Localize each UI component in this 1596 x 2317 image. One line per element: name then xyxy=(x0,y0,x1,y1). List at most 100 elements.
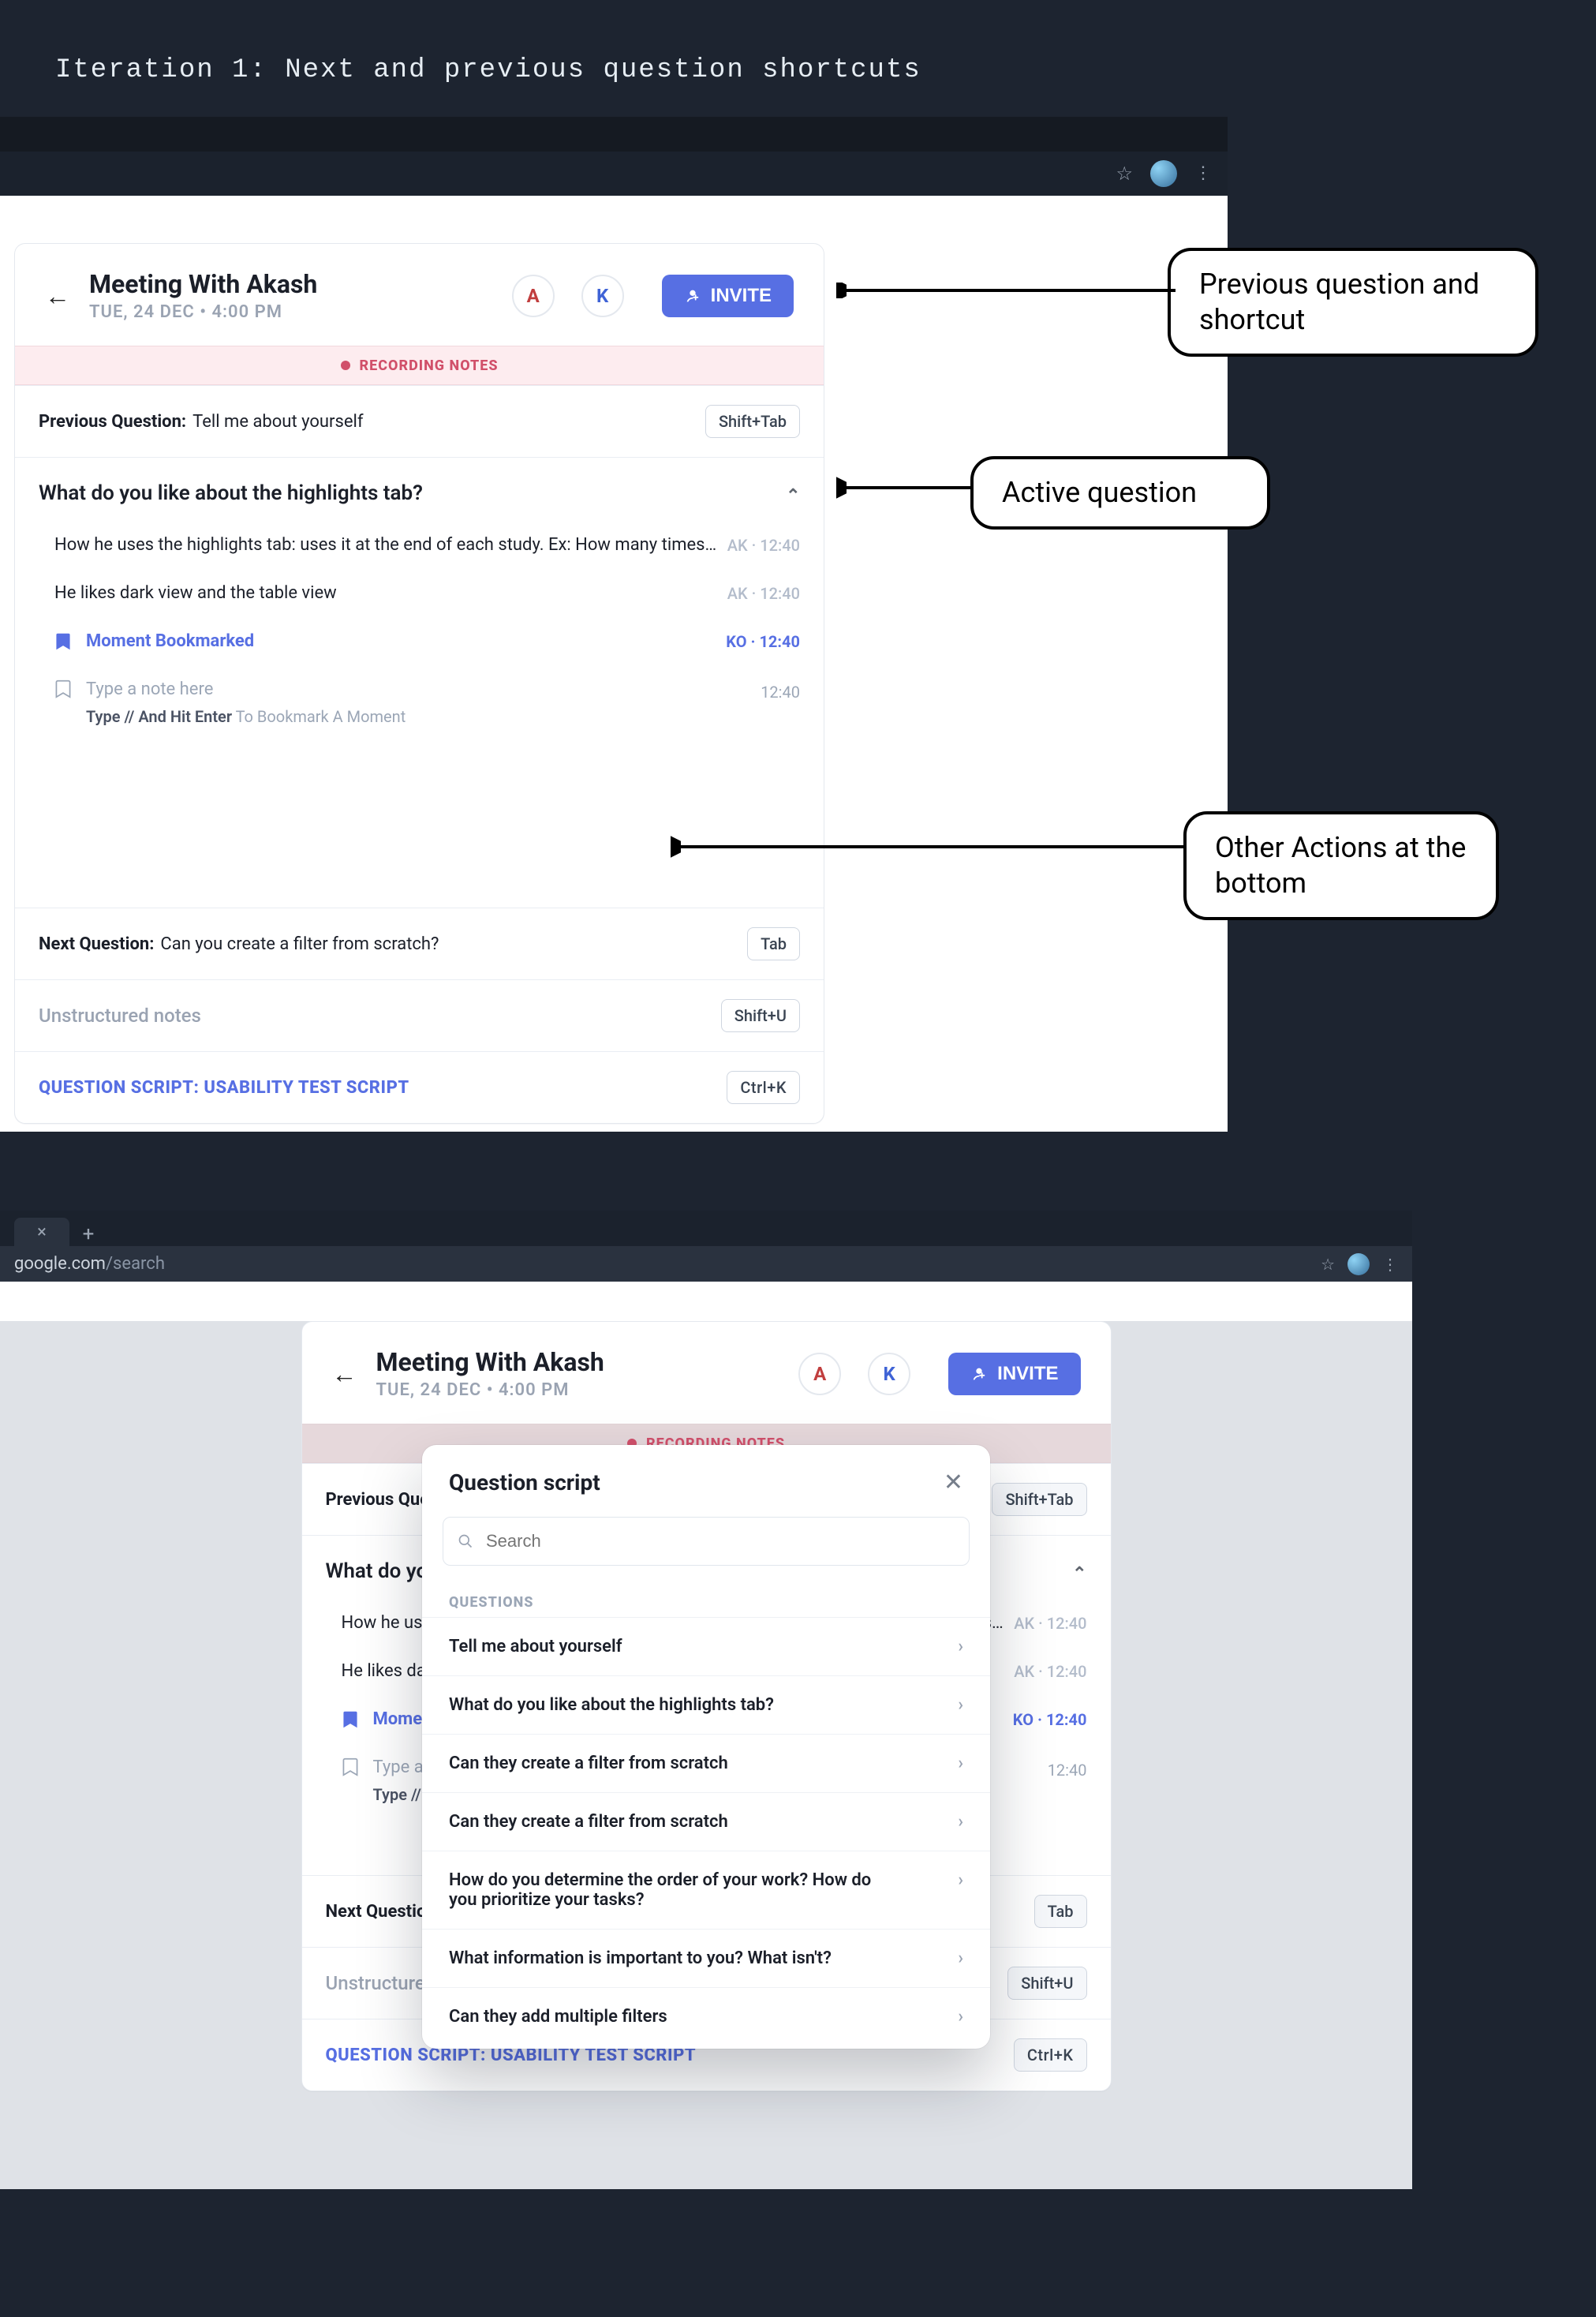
question-script-row[interactable]: QUESTION SCRIPT: USABILITY TEST SCRIPT C… xyxy=(15,1051,824,1123)
previous-question-text: Tell me about yourself xyxy=(192,412,363,432)
modal-group-label: QUESTIONS xyxy=(422,1580,990,1617)
next-question-text: Can you create a filter from scratch? xyxy=(160,934,439,954)
meeting-card: ← Meeting With Akash TUE, 24 DEC • 4:00 … xyxy=(14,243,824,1124)
modal-item[interactable]: Can they add multiple filters › xyxy=(422,1987,990,2046)
modal-item[interactable]: Tell me about yourself› xyxy=(422,1617,990,1675)
modal-item[interactable]: How do you determine the order of your w… xyxy=(422,1851,990,1929)
note-meta: AK · 12:40 xyxy=(1014,1614,1086,1633)
modal-item[interactable]: What information is important to you? Wh… xyxy=(422,1929,990,1987)
url-path: /search xyxy=(106,1254,165,1274)
note-meta: AK · 12:40 xyxy=(727,584,800,603)
meeting-title: Meeting With Akash xyxy=(376,1347,604,1377)
avatar-k[interactable]: K xyxy=(581,275,624,317)
profile-avatar[interactable] xyxy=(1347,1253,1370,1275)
avatar-a[interactable]: A xyxy=(512,275,555,317)
meeting-title: Meeting With Akash xyxy=(89,269,317,299)
chevron-right-icon: › xyxy=(958,2007,963,2027)
invite-icon xyxy=(684,287,701,305)
kbd-shift-u: Shift+U xyxy=(1007,1967,1086,2000)
avatar-k[interactable]: K xyxy=(868,1353,910,1395)
unstructured-label: Unstructured notes xyxy=(39,1005,201,1027)
app-surface: ← Meeting With Akash TUE, 24 DEC • 4:00 … xyxy=(0,243,1228,1132)
kbd-tab: Tab xyxy=(1034,1895,1087,1928)
bookmark-icon xyxy=(54,632,72,651)
next-question-row[interactable]: Next Question: Can you create a filter f… xyxy=(15,908,824,979)
mock-1: ☆ ⋮ ← Meeting With Akash TUE, 24 DEC • 4… xyxy=(0,117,1228,1132)
note-input[interactable]: Type a note here Type // And Hit Enter T… xyxy=(15,665,824,908)
browser-window-2: × + google.com/search ☆ ⋮ ← Meeting With… xyxy=(0,1211,1412,2189)
modal-item[interactable]: Can they create a filter from scratch › xyxy=(422,1792,990,1851)
browser-chrome-dark: ☆ ⋮ xyxy=(0,117,1228,196)
next-question-label: Next Question: xyxy=(39,934,154,954)
new-tab-button[interactable]: + xyxy=(74,1222,103,1246)
modal-item-text: Can they create a filter from scratch xyxy=(449,1812,728,1832)
annotation-bottom: Other Actions at the bottom xyxy=(1183,811,1499,920)
bookmark-meta: KO · 12:40 xyxy=(1013,1710,1087,1729)
browser-window: ☆ ⋮ ← Meeting With Akash TUE, 24 DEC • 4… xyxy=(0,117,1228,1132)
annotation-prev: Previous question and shortcut xyxy=(1168,248,1538,357)
kbd-ctrl-k: Ctrl+K xyxy=(1014,2038,1087,2072)
close-icon[interactable]: × xyxy=(37,1222,47,1242)
invite-label: INVITE xyxy=(997,1363,1058,1385)
kbd-shift-tab: Shift+Tab xyxy=(992,1483,1086,1516)
meeting-card: ← Meeting With Akash TUE, 24 DEC • 4:00 … xyxy=(301,1321,1112,2091)
chevron-right-icon: › xyxy=(958,1812,963,1832)
kbd-tab: Tab xyxy=(747,927,800,960)
note-row: He likes dark view and the table view AK… xyxy=(15,569,824,617)
more-icon[interactable]: ⋮ xyxy=(1382,1262,1398,1267)
bookmark-outline-icon xyxy=(342,1757,359,1776)
modal-item-text: What do you like about the highlights ta… xyxy=(449,1695,774,1715)
modal-item-text: Can they add multiple filters xyxy=(449,2007,667,2027)
avatar-a[interactable]: A xyxy=(798,1353,841,1395)
close-icon[interactable]: ✕ xyxy=(944,1469,963,1496)
question-script-modal: Question script ✕ QUESTIONS Tell me abou… xyxy=(422,1445,990,2049)
recording-dot-icon xyxy=(341,361,350,370)
modal-item-text: What information is important to you? Wh… xyxy=(449,1948,832,1968)
note-input-time: 12:40 xyxy=(761,679,800,726)
previous-question-row[interactable]: Previous Question: Tell me about yoursel… xyxy=(15,385,824,457)
chevron-right-icon: › xyxy=(958,1695,963,1715)
arrow-active xyxy=(836,464,970,511)
modal-title: Question script xyxy=(449,1469,600,1495)
chevron-right-icon: › xyxy=(958,1754,963,1773)
browser-tab[interactable]: × xyxy=(14,1218,69,1246)
back-button[interactable]: ← xyxy=(45,281,70,311)
invite-icon xyxy=(970,1365,988,1383)
note-body: He likes dark view and the table view xyxy=(54,583,727,603)
kbd-ctrl-k: Ctrl+K xyxy=(727,1071,800,1104)
bookmark-row[interactable]: Moment Bookmarked KO · 12:40 xyxy=(15,617,824,665)
star-icon[interactable]: ☆ xyxy=(1321,1255,1335,1274)
chevron-right-icon: › xyxy=(958,1870,963,1890)
browser-tabstrip: × + xyxy=(0,1211,1412,1246)
chevron-up-icon[interactable]: ⌄ xyxy=(786,484,800,503)
chevron-up-icon[interactable]: ⌄ xyxy=(1072,1562,1086,1581)
modal-item-text: Can they create a filter from scratch xyxy=(449,1754,728,1773)
invite-button[interactable]: INVITE xyxy=(948,1353,1080,1395)
active-question-header[interactable]: What do you like about the highlights ta… xyxy=(15,457,824,521)
modal-item[interactable]: Can they create a filter from scratch › xyxy=(422,1734,990,1792)
note-input-time: 12:40 xyxy=(1048,1757,1087,1804)
modal-item-text: Tell me about yourself xyxy=(449,1637,622,1656)
profile-avatar[interactable] xyxy=(1150,160,1177,187)
note-input-placeholder: Type a note here xyxy=(86,679,761,699)
modal-item[interactable]: What do you like about the highlights ta… xyxy=(422,1675,990,1734)
invite-label: INVITE xyxy=(711,285,772,307)
back-button[interactable]: ← xyxy=(332,1359,357,1389)
search-input[interactable] xyxy=(484,1530,955,1552)
recording-label: RECORDING NOTES xyxy=(360,357,499,374)
chevron-right-icon: › xyxy=(958,1948,963,1968)
note-row: How he uses the highlights tab: uses it … xyxy=(15,521,824,569)
browser-address-bar[interactable]: google.com/search ☆ ⋮ xyxy=(0,1246,1412,1282)
bookmark-outline-icon xyxy=(54,679,72,698)
invite-button[interactable]: INVITE xyxy=(662,275,794,317)
page-heading: Iteration 1: Next and previous question … xyxy=(0,55,1596,85)
url-host: google.com xyxy=(14,1254,106,1274)
meeting-subtitle: TUE, 24 DEC • 4:00 PM xyxy=(89,302,317,322)
star-icon[interactable]: ☆ xyxy=(1116,163,1133,185)
modal-search[interactable] xyxy=(443,1517,970,1566)
arrow-bottom xyxy=(671,835,1183,859)
question-script-label: QUESTION SCRIPT: USABILITY TEST SCRIPT xyxy=(39,1078,409,1098)
recording-banner: RECORDING NOTES xyxy=(15,346,824,385)
more-icon[interactable]: ⋮ xyxy=(1194,171,1212,176)
unstructured-notes-row[interactable]: Unstructured notes Shift+U xyxy=(15,979,824,1051)
